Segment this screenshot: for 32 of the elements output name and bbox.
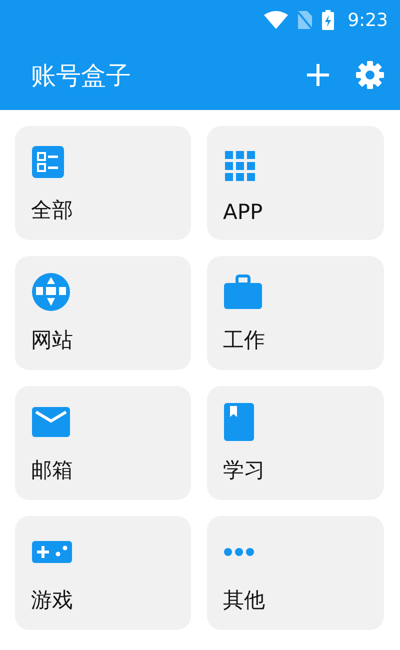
- more-icon: [223, 547, 255, 557]
- settings-icon: [355, 60, 385, 90]
- category-label: 工作: [223, 327, 266, 354]
- category-label: 网站: [31, 327, 74, 354]
- category-label: 其他: [223, 587, 266, 614]
- category-card[interactable]: 工作: [207, 256, 384, 370]
- category-card[interactable]: 学习: [207, 386, 384, 500]
- clock-time: 9:23: [348, 10, 388, 30]
- settings-button[interactable]: [354, 59, 386, 91]
- gamepad-icon: [31, 540, 73, 564]
- category-label: 邮箱: [31, 457, 74, 484]
- briefcase-icon: [223, 274, 263, 310]
- globe-icon: [31, 272, 71, 312]
- grid-icon: [223, 149, 257, 183]
- category-card[interactable]: APP: [207, 126, 384, 240]
- app-title: 账号盒子: [31, 60, 132, 92]
- plus-icon: [307, 64, 329, 86]
- envelope-icon: [31, 406, 71, 438]
- no-sim-icon: [298, 11, 312, 29]
- category-label: 全部: [31, 197, 74, 224]
- category-card[interactable]: 游戏: [15, 516, 191, 630]
- category-card[interactable]: 网站: [15, 256, 191, 370]
- wifi-icon: [264, 11, 288, 29]
- category-card[interactable]: 其他: [207, 516, 384, 630]
- category-label: APP: [223, 200, 264, 224]
- list-icon: [31, 145, 65, 179]
- battery-charging-icon: [322, 10, 334, 30]
- category-card[interactable]: 全部: [15, 126, 191, 240]
- category-label: 游戏: [31, 587, 74, 614]
- category-label: 学习: [223, 457, 266, 484]
- category-card[interactable]: 邮箱: [15, 386, 191, 500]
- book-icon: [223, 402, 255, 442]
